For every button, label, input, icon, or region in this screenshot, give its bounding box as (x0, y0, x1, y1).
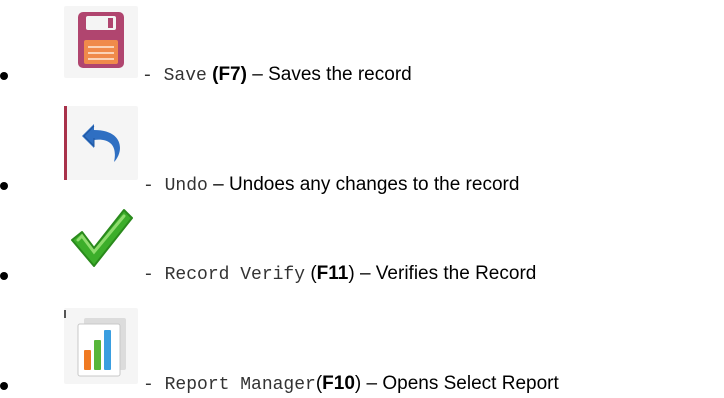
item-line: - Undo – Undoes any changes to the recor… (143, 174, 519, 197)
separator: - (142, 66, 164, 86)
key-open: ( (305, 263, 317, 284)
command-name: Save (163, 66, 207, 86)
list-item-report-manager: - Report Manager(F10) – Opens Select Rep… (0, 300, 724, 398)
description: – Verifies the Record (354, 263, 537, 284)
command-name: Undo (164, 176, 208, 196)
shortcut-key: F10 (322, 373, 355, 394)
separator: - (143, 176, 165, 196)
description: – Opens Select Report (361, 373, 559, 394)
item-line: - Record Verify (F11) – Verifies the Rec… (143, 263, 536, 286)
description: – Undoes any changes to the record (207, 174, 520, 195)
undo-arrow-icon (64, 106, 138, 180)
list-item-undo: - Undo – Undoes any changes to the recor… (0, 100, 724, 200)
bullet-icon (0, 382, 8, 390)
separator: - (143, 265, 165, 285)
description: – Saves the record (246, 64, 412, 85)
bullet-icon (0, 272, 8, 280)
green-checkmark-icon (64, 200, 138, 274)
command-name: Report Manager (164, 375, 316, 395)
list-item-record-verify: - Record Verify (F11) – Verifies the Rec… (0, 200, 724, 300)
bullet-icon (0, 72, 8, 80)
shortcut-key: F7 (218, 64, 241, 85)
bullet-icon (0, 182, 8, 190)
item-line: - Report Manager(F10) – Opens Select Rep… (143, 373, 559, 396)
floppy-disk-save-icon (64, 6, 138, 78)
bar-chart-report-icon (64, 308, 138, 384)
command-name: Record Verify (164, 265, 306, 285)
key-open: ( (206, 64, 219, 85)
item-line: - Save (F7) – Saves the record (142, 64, 412, 87)
shortcut-key: F11 (316, 263, 349, 284)
list-item-save: - Save (F7) – Saves the record (0, 0, 724, 100)
separator: - (143, 375, 165, 395)
